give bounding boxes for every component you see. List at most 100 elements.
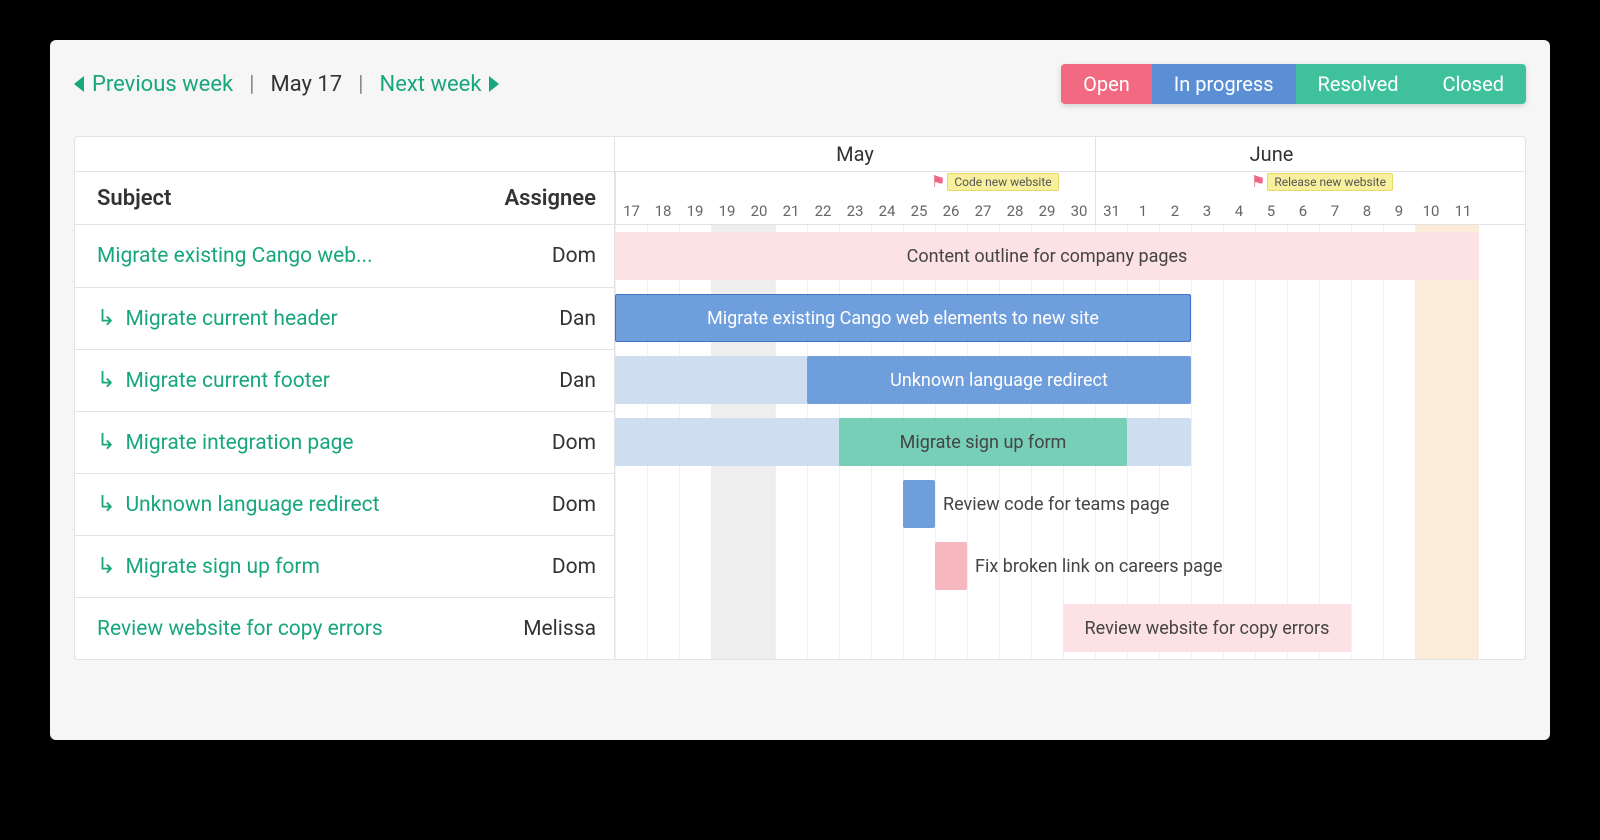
app-frame: Previous week | May 17 | Next week Open … <box>50 40 1550 740</box>
task-subject[interactable]: ↳Migrate current header <box>97 307 338 331</box>
day-cells: 1718191920212223242526⚑Code new website2… <box>615 172 1525 224</box>
task-subject[interactable]: Review website for copy errors <box>97 617 383 641</box>
task-assignee: Dom <box>552 431 596 455</box>
day-cell: 7 <box>1319 172 1351 224</box>
task-row-grid: Unknown language redirect <box>615 349 1525 411</box>
task-assignee: Melissa <box>523 617 596 641</box>
day-cell: 20 <box>743 172 775 224</box>
task-subject[interactable]: ↳Migrate sign up form <box>97 555 320 579</box>
task-subject[interactable]: Migrate existing Cango web... <box>97 244 373 268</box>
status-legend: Open In progress Resolved Closed <box>1061 64 1526 104</box>
day-cell: 18 <box>647 172 679 224</box>
day-cell: 24 <box>871 172 903 224</box>
task-row-side: ↳Migrate current header Dan <box>75 287 615 349</box>
current-week-label: May 17 <box>271 72 343 97</box>
task-row: Migrate existing Cango web... Dom Content … <box>75 225 1525 287</box>
task-assignee: Dan <box>559 369 596 393</box>
assignee-column-header: Assignee <box>504 186 596 211</box>
task-bar[interactable]: Content outline for company pages <box>615 232 1479 280</box>
subtask-arrow-icon: ↳ <box>97 431 115 455</box>
legend-open[interactable]: Open <box>1061 64 1152 104</box>
day-cell: 2 <box>1159 172 1191 224</box>
task-bar[interactable]: Migrate sign up form <box>839 418 1127 466</box>
day-cell: 9 <box>1383 172 1415 224</box>
task-bar[interactable]: Unknown language redirect <box>807 356 1191 404</box>
task-row-grid: Review website for copy errors <box>615 597 1525 659</box>
task-bar[interactable]: Migrate existing Cango web elements to n… <box>615 294 1191 342</box>
day-cell: 29 <box>1031 172 1063 224</box>
task-row: ↳Migrate current header Dan Migrate existi… <box>75 287 1525 349</box>
month-header: MayJune <box>75 137 1525 171</box>
task-subject[interactable]: ↳Unknown language redirect <box>97 493 379 517</box>
prev-week-label: Previous week <box>92 72 233 97</box>
day-cell: 21 <box>775 172 807 224</box>
day-cell: 1 <box>1127 172 1159 224</box>
day-header: Subject Assignee 1718191920212223242526⚑… <box>75 171 1525 225</box>
task-row-side: Migrate existing Cango web... Dom <box>75 225 615 287</box>
day-cell: 8 <box>1351 172 1383 224</box>
month-label: June <box>1095 137 1447 171</box>
next-week-label: Next week <box>380 72 482 97</box>
task-row-side: ↳Migrate sign up form Dom <box>75 535 615 597</box>
day-cell: 5⚑Release new website <box>1255 172 1287 224</box>
task-bar[interactable]: Review website for copy errors <box>1063 604 1351 652</box>
day-cell: 23 <box>839 172 871 224</box>
flag-icon: ⚑ <box>931 172 945 191</box>
task-row: ↳Migrate integration page Dom Migrate sign… <box>75 411 1525 473</box>
legend-in-progress[interactable]: In progress <box>1152 64 1296 104</box>
day-cell: 10 <box>1415 172 1447 224</box>
task-row-grid: Migrate sign up form <box>615 411 1525 473</box>
flag-icon: ⚑ <box>1251 172 1265 191</box>
task-row-grid: Migrate existing Cango web elements to n… <box>615 287 1525 349</box>
task-row: ↳Unknown language redirect Dom Review code… <box>75 473 1525 535</box>
task-assignee: Dom <box>552 555 596 579</box>
task-row: ↳Migrate sign up form Dom Fix broken link … <box>75 535 1525 597</box>
task-bar-label: Review code for teams page <box>903 480 1351 528</box>
day-cell: 28 <box>999 172 1031 224</box>
month-cells: MayJune <box>615 137 1525 171</box>
day-cell: 22 <box>807 172 839 224</box>
column-headers: Subject Assignee <box>75 172 615 224</box>
task-row-side: ↳Migrate current footer Dan <box>75 349 615 411</box>
day-cell: 30 <box>1063 172 1095 224</box>
day-cell: 19 <box>679 172 711 224</box>
subtask-arrow-icon: ↳ <box>97 493 115 517</box>
task-row-grid: Review code for teams page <box>615 473 1525 535</box>
month-header-spacer <box>75 137 615 171</box>
legend-resolved[interactable]: Resolved <box>1296 64 1421 104</box>
day-cell: 3 <box>1191 172 1223 224</box>
task-row: ↳Migrate current footer Dan Unknown langua… <box>75 349 1525 411</box>
task-row-grid: Fix broken link on careers page <box>615 535 1525 597</box>
chevron-right-icon <box>489 76 499 92</box>
subject-column-header: Subject <box>97 186 171 211</box>
subtask-arrow-icon: ↳ <box>97 555 115 579</box>
day-cell: 27 <box>967 172 999 224</box>
task-assignee: Dan <box>559 307 596 331</box>
task-subject[interactable]: ↳Migrate current footer <box>97 369 330 393</box>
day-cell: 31 <box>1095 172 1127 224</box>
task-subject[interactable]: ↳Migrate integration page <box>97 431 354 455</box>
gantt-board: MayJune Subject Assignee 171819192021222… <box>74 136 1526 660</box>
day-cell: 11 <box>1447 172 1479 224</box>
week-nav: Previous week | May 17 | Next week <box>74 72 499 97</box>
next-week-link[interactable]: Next week <box>380 72 500 97</box>
day-cell: 17 <box>615 172 647 224</box>
subtask-arrow-icon: ↳ <box>97 369 115 393</box>
task-bar-label: Fix broken link on careers page <box>935 542 1383 590</box>
separator: | <box>249 72 254 97</box>
subtask-arrow-icon: ↳ <box>97 307 115 331</box>
day-cell: 6 <box>1287 172 1319 224</box>
task-assignee: Dom <box>552 493 596 517</box>
month-label: May <box>615 137 1095 171</box>
chevron-left-icon <box>74 76 84 92</box>
separator: | <box>358 72 363 97</box>
day-cell: 26⚑Code new website <box>935 172 967 224</box>
prev-week-link[interactable]: Previous week <box>74 72 233 97</box>
day-cell: 19 <box>711 172 743 224</box>
legend-closed[interactable]: Closed <box>1421 64 1527 104</box>
task-row-grid: Content outline for company pages <box>615 225 1525 287</box>
task-row: Review website for copy errorsMelissaRev… <box>75 597 1525 659</box>
task-assignee: Dom <box>552 244 596 268</box>
task-row-side: ↳Unknown language redirect Dom <box>75 473 615 535</box>
task-row-side: Review website for copy errors Melissa <box>75 597 615 659</box>
